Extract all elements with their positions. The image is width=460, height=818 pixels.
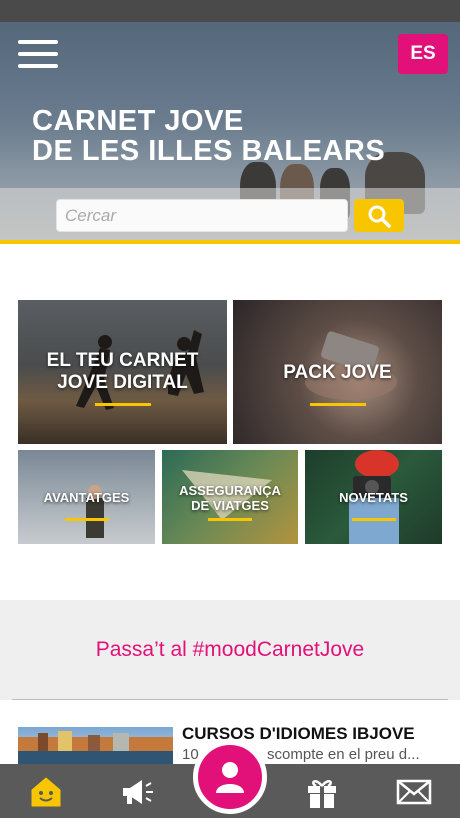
language-button[interactable]: ES	[398, 34, 448, 74]
tile-pack-jove[interactable]: PACK JOVE	[233, 300, 442, 444]
tile-label-line-2: DE VIATGES	[191, 498, 269, 513]
search-icon	[368, 205, 391, 228]
hamburger-menu-icon[interactable]	[18, 40, 58, 70]
tile-novetats[interactable]: NOVETATS	[305, 450, 442, 544]
title-line-2: DE LES ILLES BALEARS	[32, 135, 386, 167]
title-line-1: CARNET JOVE	[32, 105, 244, 137]
tile-label-line-1: ASSEGURANÇA	[179, 483, 281, 498]
tile-label: AVANTATGES	[43, 490, 130, 505]
news-thumbnail[interactable]	[18, 727, 173, 767]
hero-divider	[0, 240, 460, 244]
mood-link[interactable]: Passa’t al #moodCarnetJove	[0, 638, 460, 662]
tile-underline	[309, 403, 366, 406]
profile-icon	[216, 762, 244, 793]
tile-label-line-1: EL TEU CARNET	[46, 350, 199, 371]
news-description-end: scompte en el preu d...	[267, 746, 420, 763]
tile-underline	[351, 518, 396, 521]
gift-icon	[308, 780, 336, 808]
tile-label: NOVETATS	[339, 490, 408, 505]
tile-underline	[94, 403, 151, 406]
tile-avantatges[interactable]: AVANTATGES	[18, 450, 155, 544]
home-icon	[31, 777, 61, 807]
nav-mail[interactable]	[394, 774, 434, 810]
search-input[interactable]: Cercar	[56, 199, 348, 232]
news-title[interactable]: CURSOS D'IDIOMES IBJOVE	[182, 724, 415, 744]
tile-asseguranca-viatges[interactable]: ASSEGURANÇA DE VIATGES	[162, 450, 298, 544]
profile-button[interactable]	[193, 740, 267, 814]
tile-label-line-2: JOVE DIGITAL	[57, 372, 188, 393]
status-bar	[0, 0, 460, 22]
tile-underline	[64, 518, 109, 521]
search-bar: Cercar	[0, 188, 460, 240]
tile-carnet-digital[interactable]: EL TEU CARNET JOVE DIGITAL	[18, 300, 227, 444]
nav-gift[interactable]	[302, 774, 342, 810]
page-title: CARNET JOVE DE LES ILLES BALEARS	[32, 106, 385, 166]
tile-underline	[208, 518, 252, 521]
tile-label: PACK JOVE	[283, 362, 392, 383]
mood-section: Passa’t al #moodCarnetJove	[0, 600, 460, 700]
city-photo	[18, 731, 173, 767]
search-button[interactable]	[354, 199, 404, 232]
megaphone-icon	[123, 780, 153, 804]
nav-home[interactable]	[26, 774, 66, 810]
hero-banner: ES CARNET JOVE DE LES ILLES BALEARS Cerc…	[0, 22, 460, 244]
nav-news[interactable]	[118, 774, 158, 810]
divider	[12, 699, 448, 700]
mail-icon	[396, 779, 432, 805]
